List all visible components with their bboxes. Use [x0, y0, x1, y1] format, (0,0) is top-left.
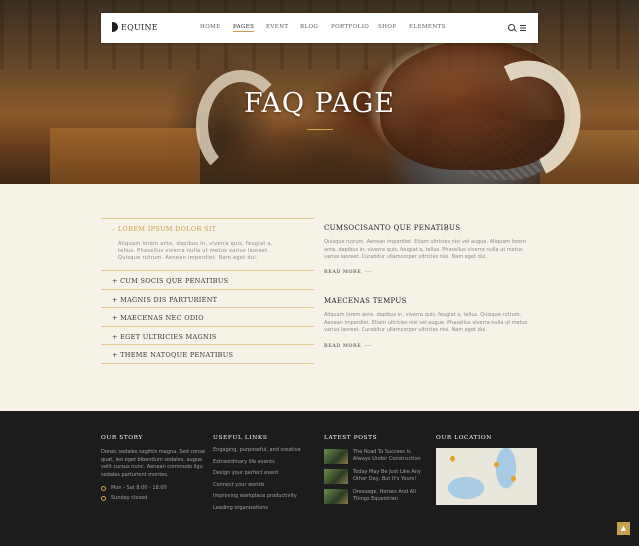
clock-icon — [101, 485, 106, 491]
logo-text: EQUINE — [121, 22, 158, 32]
post-title[interactable]: CUMSOCISANTO QUE PENATIBUS — [324, 224, 538, 232]
page-title: FAQ PAGE — [243, 88, 396, 119]
nav-item-shop[interactable]: SHOP — [378, 24, 409, 30]
nav-item-portfolio[interactable]: PORTFOLIO — [331, 24, 378, 30]
location-map[interactable] — [436, 448, 537, 505]
accordion-title: – LOREM IPSUM DOLOR SIT — [112, 225, 217, 233]
post-thumbnail[interactable] — [324, 449, 348, 464]
nav-item-pages[interactable]: PAGES — [233, 24, 255, 32]
closed-text: Sunday closed — [111, 495, 148, 502]
accordion-item[interactable]: – LOREM IPSUM DOLOR SIT Aliquam lorem an… — [101, 218, 314, 271]
accordion-item[interactable]: + MAGNIS DIS PARTURIENT — [101, 290, 314, 308]
footer-link[interactable]: Leading organizations — [213, 505, 301, 517]
arrow-right-icon: ⟶ — [364, 344, 372, 349]
nav-item-home[interactable]: HOME — [200, 24, 233, 30]
footer-heading: OUR LOCATION — [436, 435, 492, 441]
read-more-link[interactable]: READ MORE ⟶ — [324, 270, 372, 275]
map-pin-icon — [448, 454, 457, 463]
fleece-left — [196, 70, 286, 180]
latest-post-title[interactable]: The Road To Success Is Always Under Cons… — [353, 449, 425, 465]
accordion-item[interactable]: + THEME NATOQUE PENATIBUS — [101, 345, 314, 364]
accordion-body: Aliquam lorem ante, dapibus in, viverra … — [118, 241, 273, 261]
top-navbar: EQUINE HOME PAGES EVENT BLOG PORTFOLIO S… — [101, 13, 538, 43]
latest-post[interactable]: The Road To Success Is Always Under Cons… — [324, 449, 425, 465]
main-menu: HOME PAGES EVENT BLOG PORTFOLIO SHOP ELE… — [200, 24, 449, 32]
nav-item-blog[interactable]: BLOG — [300, 24, 331, 30]
read-more-label: READ MORE — [324, 344, 362, 349]
latest-post[interactable]: Dressage, Horses And All Things Equestri… — [324, 489, 425, 505]
accordion-title: + MAECENAS NEC ODIO — [112, 314, 204, 322]
latest-post-title[interactable]: Dressage, Horses And All Things Equestri… — [353, 489, 425, 505]
accordion-title: + MAGNIS DIS PARTURIENT — [112, 295, 218, 304]
latest-post[interactable]: Today May Be Just Like Any Other Day, Bu… — [324, 469, 425, 485]
map-pin-icon — [509, 474, 518, 483]
latest-post-title[interactable]: Today May Be Just Like Any Other Day, Bu… — [353, 469, 425, 485]
footer-heading: USEFUL LINKS — [213, 435, 268, 441]
footer-heading: OUR STORY — [101, 435, 143, 441]
map-pin-icon — [492, 460, 501, 469]
stable-door-left — [50, 128, 200, 184]
logo[interactable]: EQUINE — [112, 22, 158, 32]
read-more-label: READ MORE — [324, 270, 362, 275]
footer-story: OUR STORY Donec sodales sagittis magna. … — [101, 435, 205, 501]
accordion-item[interactable]: + MAECENAS NEC ODIO — [101, 308, 314, 327]
footer-heading: LATEST POSTS — [324, 435, 378, 441]
footer-link[interactable]: Extraordinary life events — [213, 459, 301, 471]
post-thumbnail[interactable] — [324, 489, 348, 504]
accordion-title: + EGET ULTRICIES MAGNIS — [112, 332, 217, 341]
footer-link[interactable]: Engaging, purposeful, and creative — [213, 447, 301, 459]
nav-item-event[interactable]: EVENT — [266, 24, 300, 30]
read-more-link[interactable]: READ MORE ⟶ — [324, 344, 372, 349]
faq-post: CUMSOCISANTO QUE PENATIBUS Quisque rutru… — [324, 224, 538, 262]
footer-links: USEFUL LINKS Engaging, purposeful, and c… — [213, 435, 301, 516]
logo-icon — [112, 22, 118, 32]
footer-latest-posts: LATEST POSTS The Road To Success Is Alwa… — [324, 435, 425, 505]
hours-text: Mon - Sat 8.00 - 18.00 — [111, 485, 167, 492]
footer-link[interactable]: Design your perfect event — [213, 470, 301, 482]
chevron-up-icon[interactable]: ▲ — [617, 522, 630, 535]
footer-link[interactable]: Improving workplace productivity — [213, 493, 301, 505]
story-text: Donec sodales sagittis magna. Sed conse … — [101, 449, 205, 478]
closed-day: Sunday closed — [101, 495, 205, 501]
search-icon[interactable] — [508, 24, 515, 31]
footer: OUR STORY Donec sodales sagittis magna. … — [0, 411, 639, 546]
nav-item-elements[interactable]: ELEMENTS — [409, 24, 449, 30]
post-title[interactable]: MAECENAS TEMPUS — [324, 297, 538, 305]
post-excerpt: Quisque rutrum. Aenean imperdiet. Etiam … — [324, 239, 527, 260]
post-excerpt: Aliquam lorem ante, dapibus in, viverra … — [324, 312, 528, 333]
arrow-right-icon: ⟶ — [364, 270, 372, 275]
accordion-title: + THEME NATOQUE PENATIBUS — [112, 351, 234, 359]
accordion-item[interactable]: + EGET ULTRICIES MAGNIS — [101, 327, 314, 345]
footer-location: OUR LOCATION — [436, 435, 537, 505]
accordion-item[interactable]: + CUM SOCIS QUE PENATIBUS — [101, 271, 314, 290]
post-thumbnail[interactable] — [324, 469, 348, 484]
menu-icon[interactable] — [520, 25, 526, 31]
opening-hours: Mon - Sat 8.00 - 18.00 — [101, 485, 205, 491]
footer-link[interactable]: Connect your worlds — [213, 482, 301, 494]
clock-icon — [101, 495, 106, 501]
title-underline — [307, 129, 333, 130]
faq-accordion: – LOREM IPSUM DOLOR SIT Aliquam lorem an… — [101, 218, 314, 364]
accordion-title: + CUM SOCIS QUE PENATIBUS — [112, 277, 229, 285]
faq-post: MAECENAS TEMPUS Aliquam lorem ante, dapi… — [324, 297, 538, 335]
